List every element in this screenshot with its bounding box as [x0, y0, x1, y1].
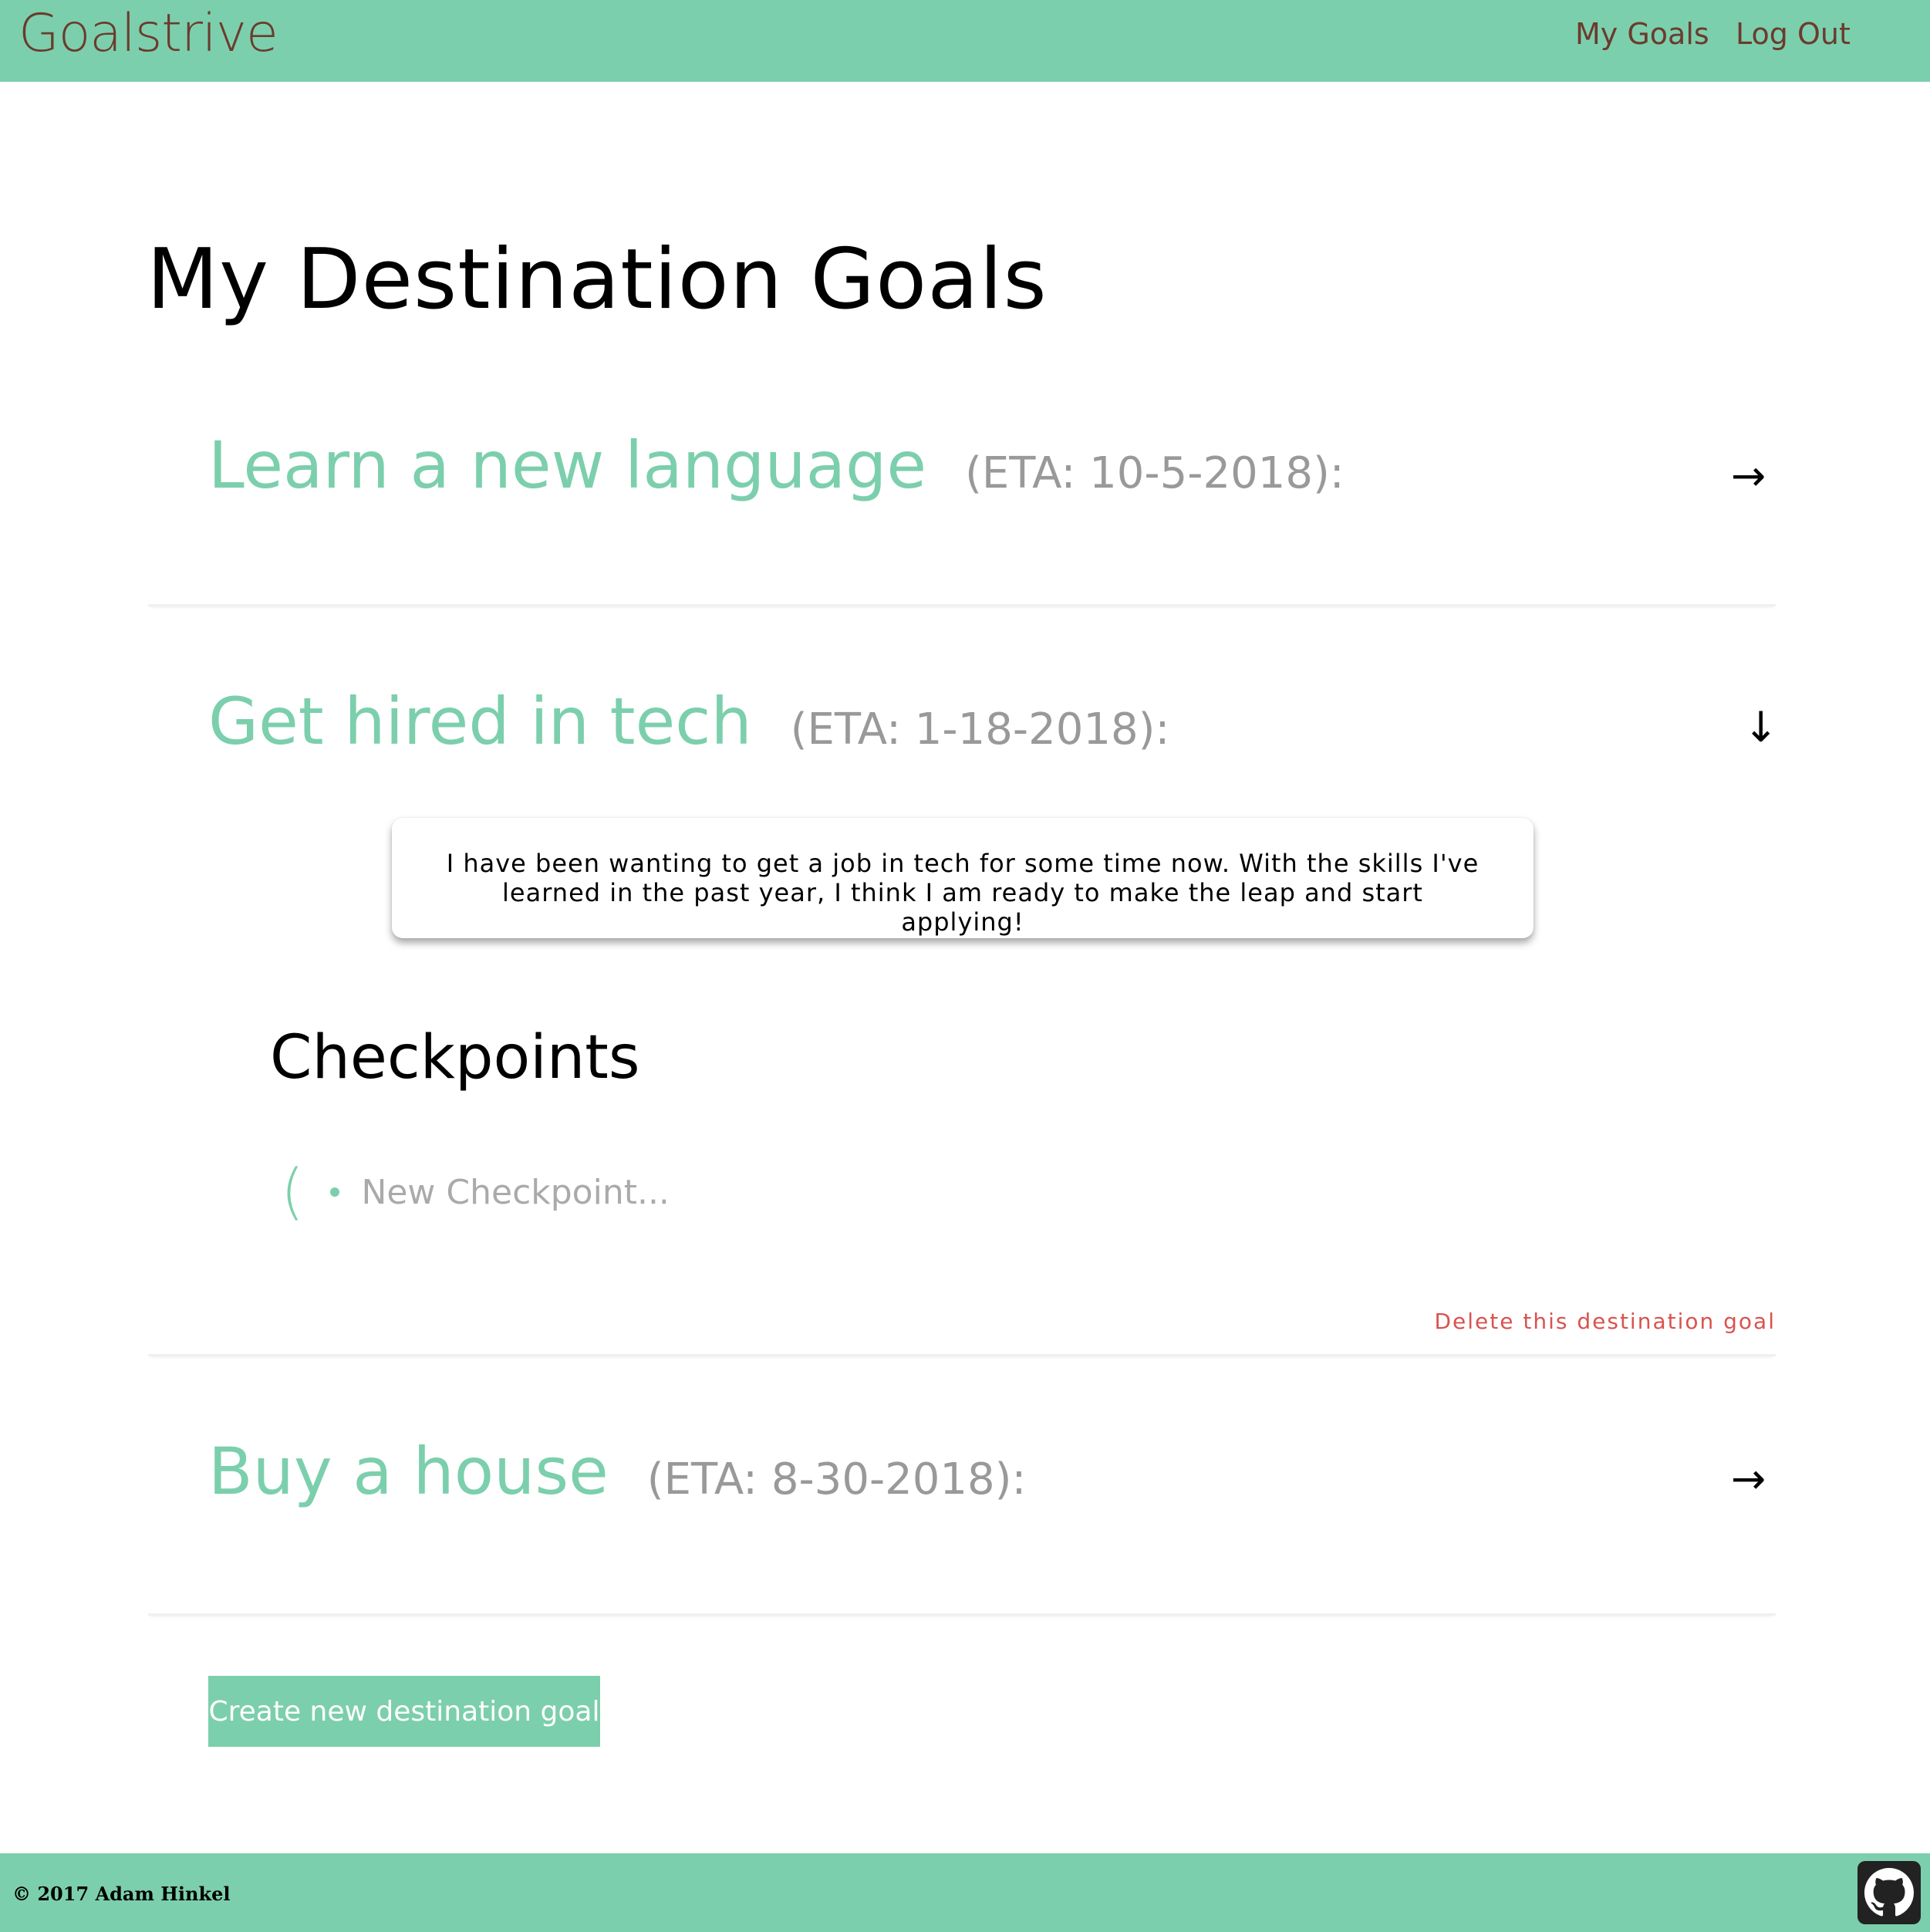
goal-eta: (ETA: 1-18-2018): [790, 704, 1170, 755]
goal-eta: (ETA: 10-5-2018): [965, 448, 1345, 498]
goal-header: Learn a new language (ETA: 10-5-2018): [208, 427, 1345, 503]
expand-arrow-icon[interactable]: → [1731, 1458, 1766, 1500]
goal-title[interactable]: Get hired in tech [208, 684, 752, 759]
copyright-text: © 2017 Adam Hinkel [12, 1883, 231, 1905]
checkpoints-heading: Checkpoints [270, 1023, 640, 1093]
new-checkpoint-input[interactable] [361, 1172, 1056, 1212]
goal-card: Learn a new language (ETA: 10-5-2018): → [148, 370, 1776, 606]
create-goal-button[interactable]: Create new destination goal [208, 1676, 600, 1747]
nav-log-out-link[interactable]: Log Out [1736, 17, 1851, 51]
goal-title[interactable]: Learn a new language [208, 427, 926, 503]
collapse-arrow-icon[interactable]: ↓ [1743, 707, 1778, 748]
footer: © 2017 Adam Hinkel [0, 1853, 1930, 1932]
goal-title[interactable]: Buy a house [208, 1434, 609, 1509]
goal-header: Buy a house (ETA: 8-30-2018): [208, 1434, 1026, 1509]
page-title: My Destination Goals [147, 231, 1048, 328]
delete-goal-link[interactable]: Delete this destination goal [1434, 1309, 1776, 1334]
new-checkpoint-row: ( [281, 1162, 1056, 1222]
expand-arrow-icon[interactable]: → [1731, 455, 1766, 497]
navbar: Goalstrive My Goals Log Out [0, 0, 1930, 82]
bullet-icon [330, 1187, 340, 1197]
goal-card: Buy a house (ETA: 8-30-2018): → [148, 1356, 1776, 1616]
checkpoint-toggle[interactable]: ( [281, 1162, 304, 1222]
github-icon[interactable] [1857, 1861, 1921, 1924]
goal-eta: (ETA: 8-30-2018): [646, 1454, 1027, 1505]
github-icon-glyph [1864, 1868, 1914, 1917]
goal-header: Get hired in tech (ETA: 1-18-2018): [208, 684, 1169, 759]
brand-logo[interactable]: Goalstrive [19, 3, 278, 64]
goal-description: I have been wanting to get a job in tech… [392, 818, 1534, 938]
goal-card: Get hired in tech (ETA: 1-18-2018): ↓ I … [148, 606, 1778, 1356]
nav-my-goals-link[interactable]: My Goals [1575, 17, 1709, 51]
